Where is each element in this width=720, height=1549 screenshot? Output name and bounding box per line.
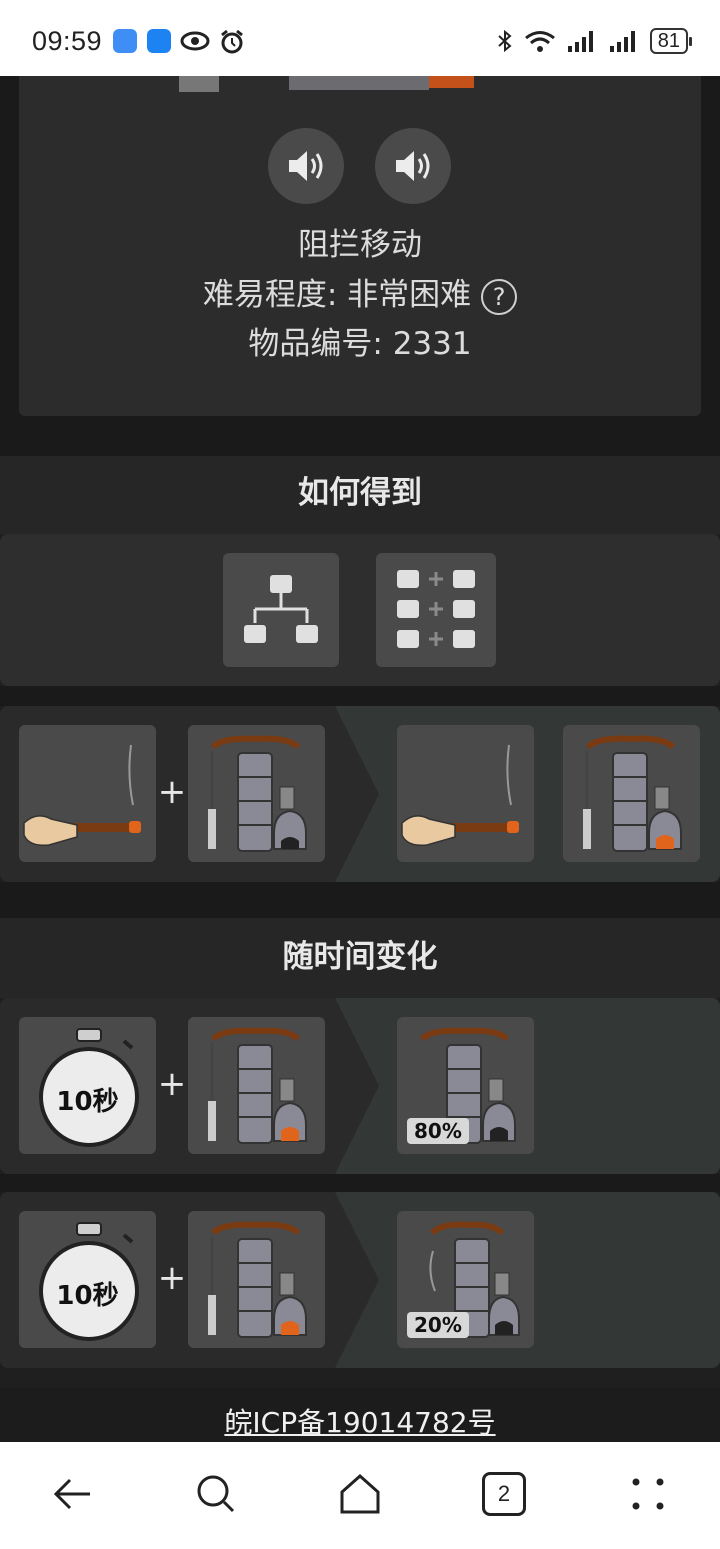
messages-icon	[113, 29, 137, 53]
search-icon[interactable]	[194, 1472, 238, 1516]
back-arrow-icon[interactable]	[50, 1472, 94, 1516]
tree-view-button[interactable]	[223, 553, 339, 667]
menu-dots-icon[interactable]	[626, 1472, 670, 1516]
bellows-forge-icon	[208, 735, 307, 852]
tabs-button[interactable]: 2	[482, 1472, 526, 1516]
spacer	[0, 686, 720, 706]
result-slot[interactable]	[397, 725, 534, 862]
item-slot[interactable]	[188, 1017, 325, 1154]
item-name: 阻拦移动	[298, 227, 422, 263]
plus-icon: +	[157, 1064, 187, 1104]
section-title-over-time: 随时间变化	[0, 918, 720, 998]
wifi-icon	[524, 31, 555, 52]
chance-badge: 80%	[407, 1118, 469, 1144]
spacer	[0, 1174, 720, 1192]
battery-indicator: 81	[649, 28, 693, 54]
bellows-forge-icon	[583, 735, 682, 852]
item-slot[interactable]	[188, 725, 325, 862]
play-sound-button[interactable]	[268, 128, 344, 204]
plus-icon: +	[157, 1258, 187, 1298]
plus-icon: +	[157, 772, 187, 812]
help-button[interactable]: ?	[481, 278, 518, 315]
bluetooth-icon	[498, 29, 512, 53]
time-recipe-row[interactable]: 10秒 + 80%	[0, 998, 720, 1174]
app-icon	[147, 29, 171, 53]
result-slot[interactable]: 80%	[397, 1017, 534, 1154]
result-slot[interactable]	[563, 725, 700, 862]
difficulty-text: 难易程度: 非常困难	[202, 277, 472, 313]
recipe-list-button[interactable]	[376, 553, 496, 667]
timer-label: 10秒	[56, 1281, 119, 1311]
item-slot[interactable]	[188, 1211, 325, 1348]
alarm-icon	[221, 29, 243, 54]
hand-with-stick-icon	[401, 744, 519, 847]
item-card: 阻拦移动 难易程度: 非常困难? 物品编号: 2331	[19, 76, 701, 416]
tree-icon	[244, 575, 318, 643]
bellows-forge-icon	[208, 1027, 307, 1144]
result-slot[interactable]: 20%	[397, 1211, 534, 1348]
item-difficulty: 难易程度: 非常困难?	[19, 269, 701, 315]
play-sound-button[interactable]	[375, 128, 451, 204]
footer: 皖ICP备19014782号	[0, 1388, 720, 1442]
signal-icon	[567, 31, 593, 52]
speaker-icon	[396, 151, 430, 181]
item-slot[interactable]	[19, 725, 156, 862]
recipe-row[interactable]: +	[0, 706, 720, 882]
timer-slot[interactable]: 10秒	[19, 1211, 156, 1348]
signal-icon	[609, 31, 635, 52]
section-title-how-to-get: 如何得到	[0, 456, 720, 534]
timer-slot[interactable]: 10秒	[19, 1017, 156, 1154]
status-time: 09:59	[32, 26, 103, 56]
browser-nav-bar: 2	[0, 1442, 720, 1549]
hand-with-stick-icon	[23, 744, 141, 847]
item-image-partial	[179, 76, 474, 92]
icp-link[interactable]: 皖ICP备19014782号	[224, 1406, 495, 1439]
view-mode-bar	[0, 534, 720, 686]
item-id: 物品编号: 2331	[248, 326, 472, 362]
chance-badge: 20%	[407, 1312, 469, 1338]
bellows-forge-icon	[208, 1221, 307, 1338]
speaker-icon	[289, 151, 323, 181]
grid-plus-icon	[397, 570, 475, 648]
status-bar: 09:59 81	[0, 0, 720, 76]
spacer	[0, 882, 720, 918]
time-recipe-row[interactable]: 10秒 + 20%	[0, 1192, 720, 1368]
item-info-area: 阻拦移动 难易程度: 非常困难? 物品编号: 2331	[0, 76, 720, 456]
home-icon[interactable]	[338, 1472, 382, 1516]
eye-icon	[180, 31, 210, 51]
timer-label: 10秒	[56, 1087, 119, 1117]
